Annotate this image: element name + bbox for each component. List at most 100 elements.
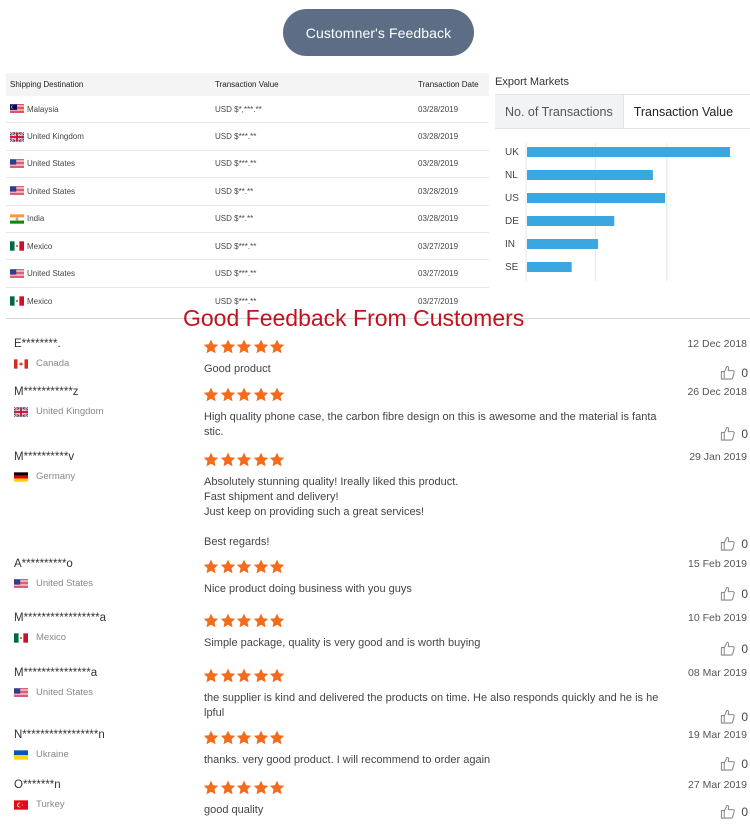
star-icon [253,452,268,467]
reviewer-country: Canada [14,358,69,369]
like-button[interactable]: 0 [720,365,748,380]
like-button[interactable]: 0 [720,709,748,724]
like-button[interactable]: 0 [720,804,748,819]
star-icon [203,387,219,402]
star-icon [203,780,219,795]
thumbs-up-icon [721,804,736,819]
review-text: High quality phone case, the carbon fibr… [204,410,676,440]
chart-bar[interactable] [527,147,730,157]
star-icon [253,559,268,574]
reviewer-name: A**********o [14,558,73,570]
star-icon [236,668,252,683]
table-row: United States USD $***.** 03/28/2019 [6,151,489,179]
thumbs-up-icon [721,756,736,771]
star-rating [203,730,286,745]
review-text-line: good quality [204,804,264,816]
review-text-line [204,520,676,535]
like-button[interactable]: 0 [720,641,748,656]
reviewer-country-label: Germany [36,471,76,482]
review-date: 27 Mar 2019 [688,779,747,791]
review-date: 29 Jan 2019 [689,451,747,463]
bar-chart: UK NL US DE IN SE [505,143,730,281]
reviewer-country: Germany [14,471,75,482]
like-count: 0 [741,586,748,601]
thumbs-up-icon [721,709,736,724]
us-flag-icon [10,159,24,169]
chart-bar[interactable] [527,216,615,226]
star-rating [203,780,286,795]
chart-bar[interactable] [527,170,653,180]
reviewer-name: M***************a [14,667,98,679]
like-count: 0 [741,365,748,380]
review-text: the supplier is kind and delivered the p… [204,691,676,721]
chart-category-label: SE [505,262,519,273]
mx-flag-icon [10,241,24,251]
tab-no-of-transactions[interactable]: No. of Transactions [495,95,624,128]
review-text-line: the supplier is kind and delivered the p… [204,692,659,704]
transaction-value-cell: USD $**.** [215,186,254,196]
tab-transaction-value[interactable]: Transaction Value [624,95,743,128]
chart-category-label: IN [505,239,515,250]
chart-category-label: NL [505,170,518,181]
table-row: United States USD $**.** 03/28/2019 [6,178,489,206]
reviewer-country-label: United States [36,578,94,589]
star-icon [203,452,219,467]
reviewer-name: M***********z [14,386,79,398]
destination-cell: United States [6,186,215,197]
chart-bar[interactable] [527,262,572,272]
table-header: Shipping Destination Transaction Value T… [6,73,489,96]
col-transaction-value: Transaction Value [215,80,279,89]
transaction-value-cell: USD $***.** [215,269,257,279]
transaction-value-cell: USD $***.** [215,159,257,169]
star-rating [203,387,286,402]
reviewer-country-label: United States [36,687,94,698]
like-count: 0 [741,641,748,656]
review-text: good quality [204,803,676,818]
review-text: Simple package, quality is very good and… [204,636,676,651]
review-text: Nice product doing business with you guy… [204,582,676,597]
mx-flag-icon [14,632,28,643]
star-icon [269,339,285,354]
star-icon [253,668,268,683]
destination-country: United States [27,186,76,196]
chart-bar[interactable] [527,193,666,203]
col-transaction-date: Transaction Date [418,80,479,89]
star-icon [253,387,268,402]
reviewer-name: M*****************a [14,612,107,624]
like-button[interactable]: 0 [720,426,748,441]
star-icon [203,730,219,745]
transaction-date-cell: 03/27/2019 [418,241,459,251]
export-markets-chart: UK NL US DE IN SE [495,129,750,317]
star-rating [203,559,286,574]
like-button[interactable]: 0 [720,586,748,601]
like-button[interactable]: 0 [720,756,748,771]
star-icon [236,730,252,745]
review-text-line: Nice product doing business with you guy… [204,583,412,595]
reviewer-country-label: United Kingdom [36,406,104,417]
in-flag-icon [10,214,24,224]
transaction-date-cell: 03/28/2019 [418,186,459,196]
star-icon [220,559,235,574]
review-text-line: Best regards! [204,536,270,548]
my-flag-icon [10,104,24,114]
like-button[interactable]: 0 [720,536,748,551]
reviewer-country-label: Turkey [36,799,65,810]
destination-cell: United States [6,159,215,169]
mx-flag-icon [10,296,24,307]
star-icon [269,613,285,628]
review-text-line: lpful [204,707,225,719]
chart-category-label: DE [505,216,519,227]
thumbs-up-icon [721,586,736,601]
reviewer-country: United Kingdom [14,406,104,417]
like-count: 0 [741,709,748,724]
customers-feedback-button[interactable]: Customner's Feedback [283,9,474,56]
reviewer-country: Turkey [14,799,65,810]
star-icon [236,452,252,467]
chart-bar[interactable] [527,239,599,249]
reviewer-country: Mexico [14,632,66,643]
review-date: 15 Feb 2019 [688,558,747,570]
transaction-date-cell: 03/28/2019 [418,159,459,169]
table-row: India USD $**.** 03/28/2019 [6,206,489,233]
star-icon [253,780,268,795]
star-icon [236,780,252,795]
